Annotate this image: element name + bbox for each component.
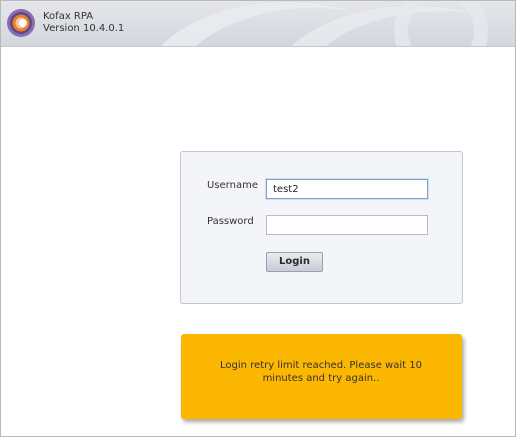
- version-label: Version 10.4.0.1: [43, 23, 125, 34]
- username-input[interactable]: [266, 179, 428, 199]
- header-background-swoosh: [161, 1, 488, 46]
- password-input[interactable]: [266, 215, 428, 235]
- header-bar: Kofax RPA Version 10.4.0.1: [1, 1, 515, 47]
- app-window: Kofax RPA Version 10.4.0.1 Username Pass…: [0, 0, 516, 437]
- password-label: Password: [207, 216, 254, 227]
- alert-message: Login retry limit reached. Please wait 1…: [220, 360, 422, 384]
- error-alert: Login retry limit reached. Please wait 1…: [181, 334, 462, 419]
- username-label: Username: [207, 180, 258, 191]
- brand-name: Kofax RPA: [43, 11, 94, 22]
- kofax-logo-icon: [7, 9, 35, 37]
- login-panel: Username Password Login: [180, 151, 463, 304]
- login-button[interactable]: Login: [266, 252, 323, 272]
